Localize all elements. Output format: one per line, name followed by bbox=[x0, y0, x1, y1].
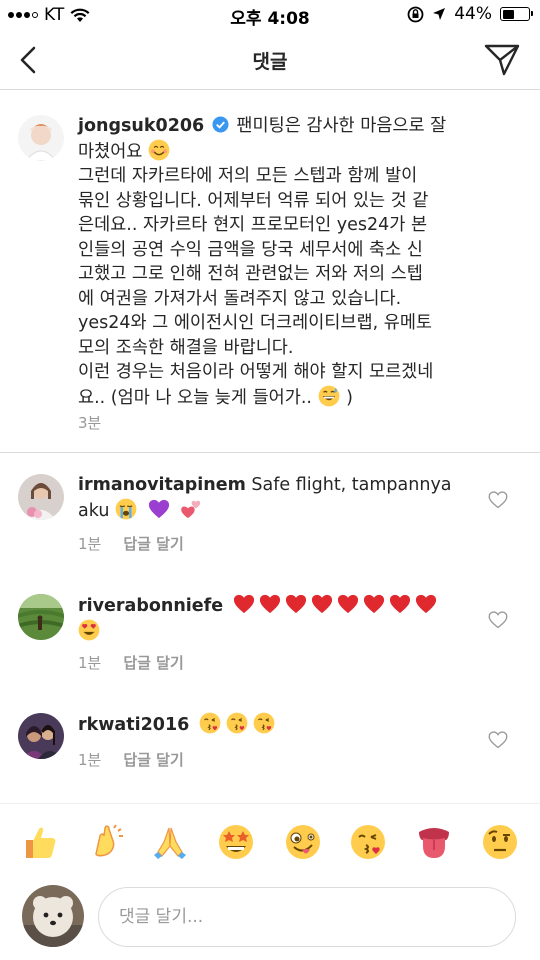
comment-line: aku bbox=[78, 498, 458, 524]
like-heart-icon[interactable] bbox=[488, 730, 508, 750]
caption-body-line: 그런데 자카르타에 저의 모든 스텝과 함께 발이 bbox=[78, 166, 418, 186]
reply-button[interactable]: 답글 달기 bbox=[123, 749, 183, 770]
timestamp: 3분 bbox=[78, 414, 102, 432]
red-heart-icon bbox=[233, 593, 255, 615]
folded-hands-icon[interactable] bbox=[152, 824, 188, 860]
comment-text: rkwati2016 bbox=[78, 712, 458, 738]
nav-bar: 댓글 bbox=[0, 30, 540, 90]
comment-line bbox=[78, 619, 458, 645]
status-right: 44% bbox=[407, 4, 533, 24]
face-blowing-kiss-icon[interactable] bbox=[350, 824, 386, 860]
red-heart-icon bbox=[337, 593, 359, 615]
comment-meta: 1분 답글 달기 bbox=[78, 749, 184, 770]
face-blowing-kiss-icon bbox=[226, 712, 248, 734]
red-heart-icon bbox=[389, 593, 411, 615]
comment-meta: 1분 답글 달기 bbox=[78, 533, 184, 554]
face-blowing-kiss-icon bbox=[199, 712, 221, 734]
page-title: 댓글 bbox=[252, 51, 288, 73]
caption-body-line: 은데요.. 자카르타 현지 프로모터인 yes24가 본 bbox=[78, 215, 428, 235]
caption-body-line: 이런 경우는 처음이라 어떻게 해야 할지 모르겠네 bbox=[78, 362, 434, 382]
red-heart-icon bbox=[285, 593, 307, 615]
timestamp: 1분 bbox=[78, 654, 102, 672]
caption-last-text: 요.. (엄마 나 오늘 늦게 들어가.. bbox=[78, 387, 312, 408]
loudly-crying-face-icon bbox=[115, 498, 137, 520]
comment-meta: 1분 답글 달기 bbox=[78, 652, 184, 673]
caption-last-line: 요.. (엄마 나 오늘 늦게 들어가.. ) bbox=[78, 385, 458, 411]
caption-divider bbox=[0, 452, 540, 453]
battery-percent: 44% bbox=[454, 4, 492, 24]
heart-eyes-icon bbox=[78, 619, 100, 641]
send-icon[interactable] bbox=[484, 44, 520, 76]
avatar[interactable] bbox=[18, 713, 64, 759]
timestamp: 1분 bbox=[78, 535, 102, 553]
like-heart-icon[interactable] bbox=[488, 490, 508, 510]
comment-line: irmanovitapinem Safe flight, tampannya bbox=[78, 473, 458, 498]
username[interactable]: rkwati2016 bbox=[78, 715, 189, 735]
red-heart-icon bbox=[259, 593, 281, 615]
comment-text: irmanovitapinem Safe flight, tampannya a… bbox=[78, 473, 458, 523]
star-struck-icon[interactable] bbox=[218, 824, 254, 860]
tongue-icon[interactable] bbox=[416, 824, 452, 860]
face-blowing-kiss-icon bbox=[253, 712, 275, 734]
avatar[interactable] bbox=[18, 474, 64, 520]
comment-input-row bbox=[0, 873, 540, 960]
comment-body: aku bbox=[78, 500, 110, 521]
caption-meta: 3분 bbox=[78, 412, 101, 433]
emoji-quick-bar bbox=[0, 803, 540, 873]
avatar[interactable] bbox=[18, 115, 64, 161]
face-with-raised-eyebrow-icon[interactable] bbox=[482, 824, 518, 860]
caption-body-line: 에 여권을 가져가서 돌려주지 않고 있습니다. bbox=[78, 288, 402, 309]
two-hearts-icon bbox=[181, 500, 201, 518]
verified-badge-icon bbox=[212, 116, 229, 133]
comment-line: rkwati2016 bbox=[78, 712, 458, 738]
caption-body-line: 고했고 그로 인해 전혀 관련없는 저와 저의 스텝 bbox=[78, 264, 423, 284]
caption-text-2: 마쳤어요 bbox=[78, 141, 143, 162]
username[interactable]: jongsuk0206 bbox=[78, 116, 204, 136]
caption-body-line: 모의 조속한 해결을 바랍니다. bbox=[78, 337, 294, 358]
status-bar: KT 오후 4:08 44% bbox=[0, 0, 540, 30]
caption-body-line: 인들의 공연 수익 금액을 당국 세무서에 축소 신 bbox=[78, 239, 423, 260]
avatar[interactable] bbox=[18, 594, 64, 640]
caption-text-1: 팬미팅은 감사한 마음으로 잘 bbox=[236, 116, 447, 136]
thumbs-up-icon[interactable] bbox=[22, 824, 58, 860]
comment-input[interactable] bbox=[98, 887, 516, 947]
username[interactable]: irmanovitapinem bbox=[78, 475, 246, 495]
caption-text: jongsuk0206 팬미팅은 감사한 마음으로 잘 마쳤어요 그런데 자카르… bbox=[78, 114, 458, 410]
red-heart-icon bbox=[311, 593, 333, 615]
red-heart-icon bbox=[363, 593, 385, 615]
username[interactable]: riverabonniefe bbox=[78, 596, 223, 616]
caption-close-paren: ) bbox=[346, 387, 353, 408]
smiling-face-icon bbox=[148, 139, 170, 161]
caption-body-line: yes24와 그 에이전시인 더크레이티브랩, 유메토 bbox=[78, 313, 433, 333]
reply-button[interactable]: 답글 달기 bbox=[123, 652, 183, 673]
zany-face-icon[interactable] bbox=[285, 824, 321, 860]
grinning-sweat-icon bbox=[318, 385, 340, 407]
orientation-lock-icon bbox=[407, 6, 424, 22]
my-avatar bbox=[22, 885, 84, 947]
red-heart-icon bbox=[415, 593, 437, 615]
timestamp: 1분 bbox=[78, 751, 102, 769]
caption-line-1: jongsuk0206 팬미팅은 감사한 마음으로 잘 bbox=[78, 114, 458, 139]
comment-line: riverabonniefe bbox=[78, 593, 458, 619]
battery-icon bbox=[500, 7, 533, 21]
purple-heart-icon bbox=[148, 499, 169, 518]
like-heart-icon[interactable] bbox=[488, 610, 508, 630]
comment-body: Safe flight, tampannya bbox=[251, 475, 452, 495]
comment-text: riverabonniefe bbox=[78, 593, 458, 644]
location-icon bbox=[433, 8, 446, 20]
caption-body-line: 묶인 상황입니다. 어제부터 억류 되어 있는 것 같 bbox=[78, 190, 429, 211]
reply-button[interactable]: 답글 달기 bbox=[123, 533, 183, 554]
clapping-hands-icon[interactable] bbox=[88, 824, 124, 860]
caption-line-2: 마쳤어요 bbox=[78, 139, 458, 165]
